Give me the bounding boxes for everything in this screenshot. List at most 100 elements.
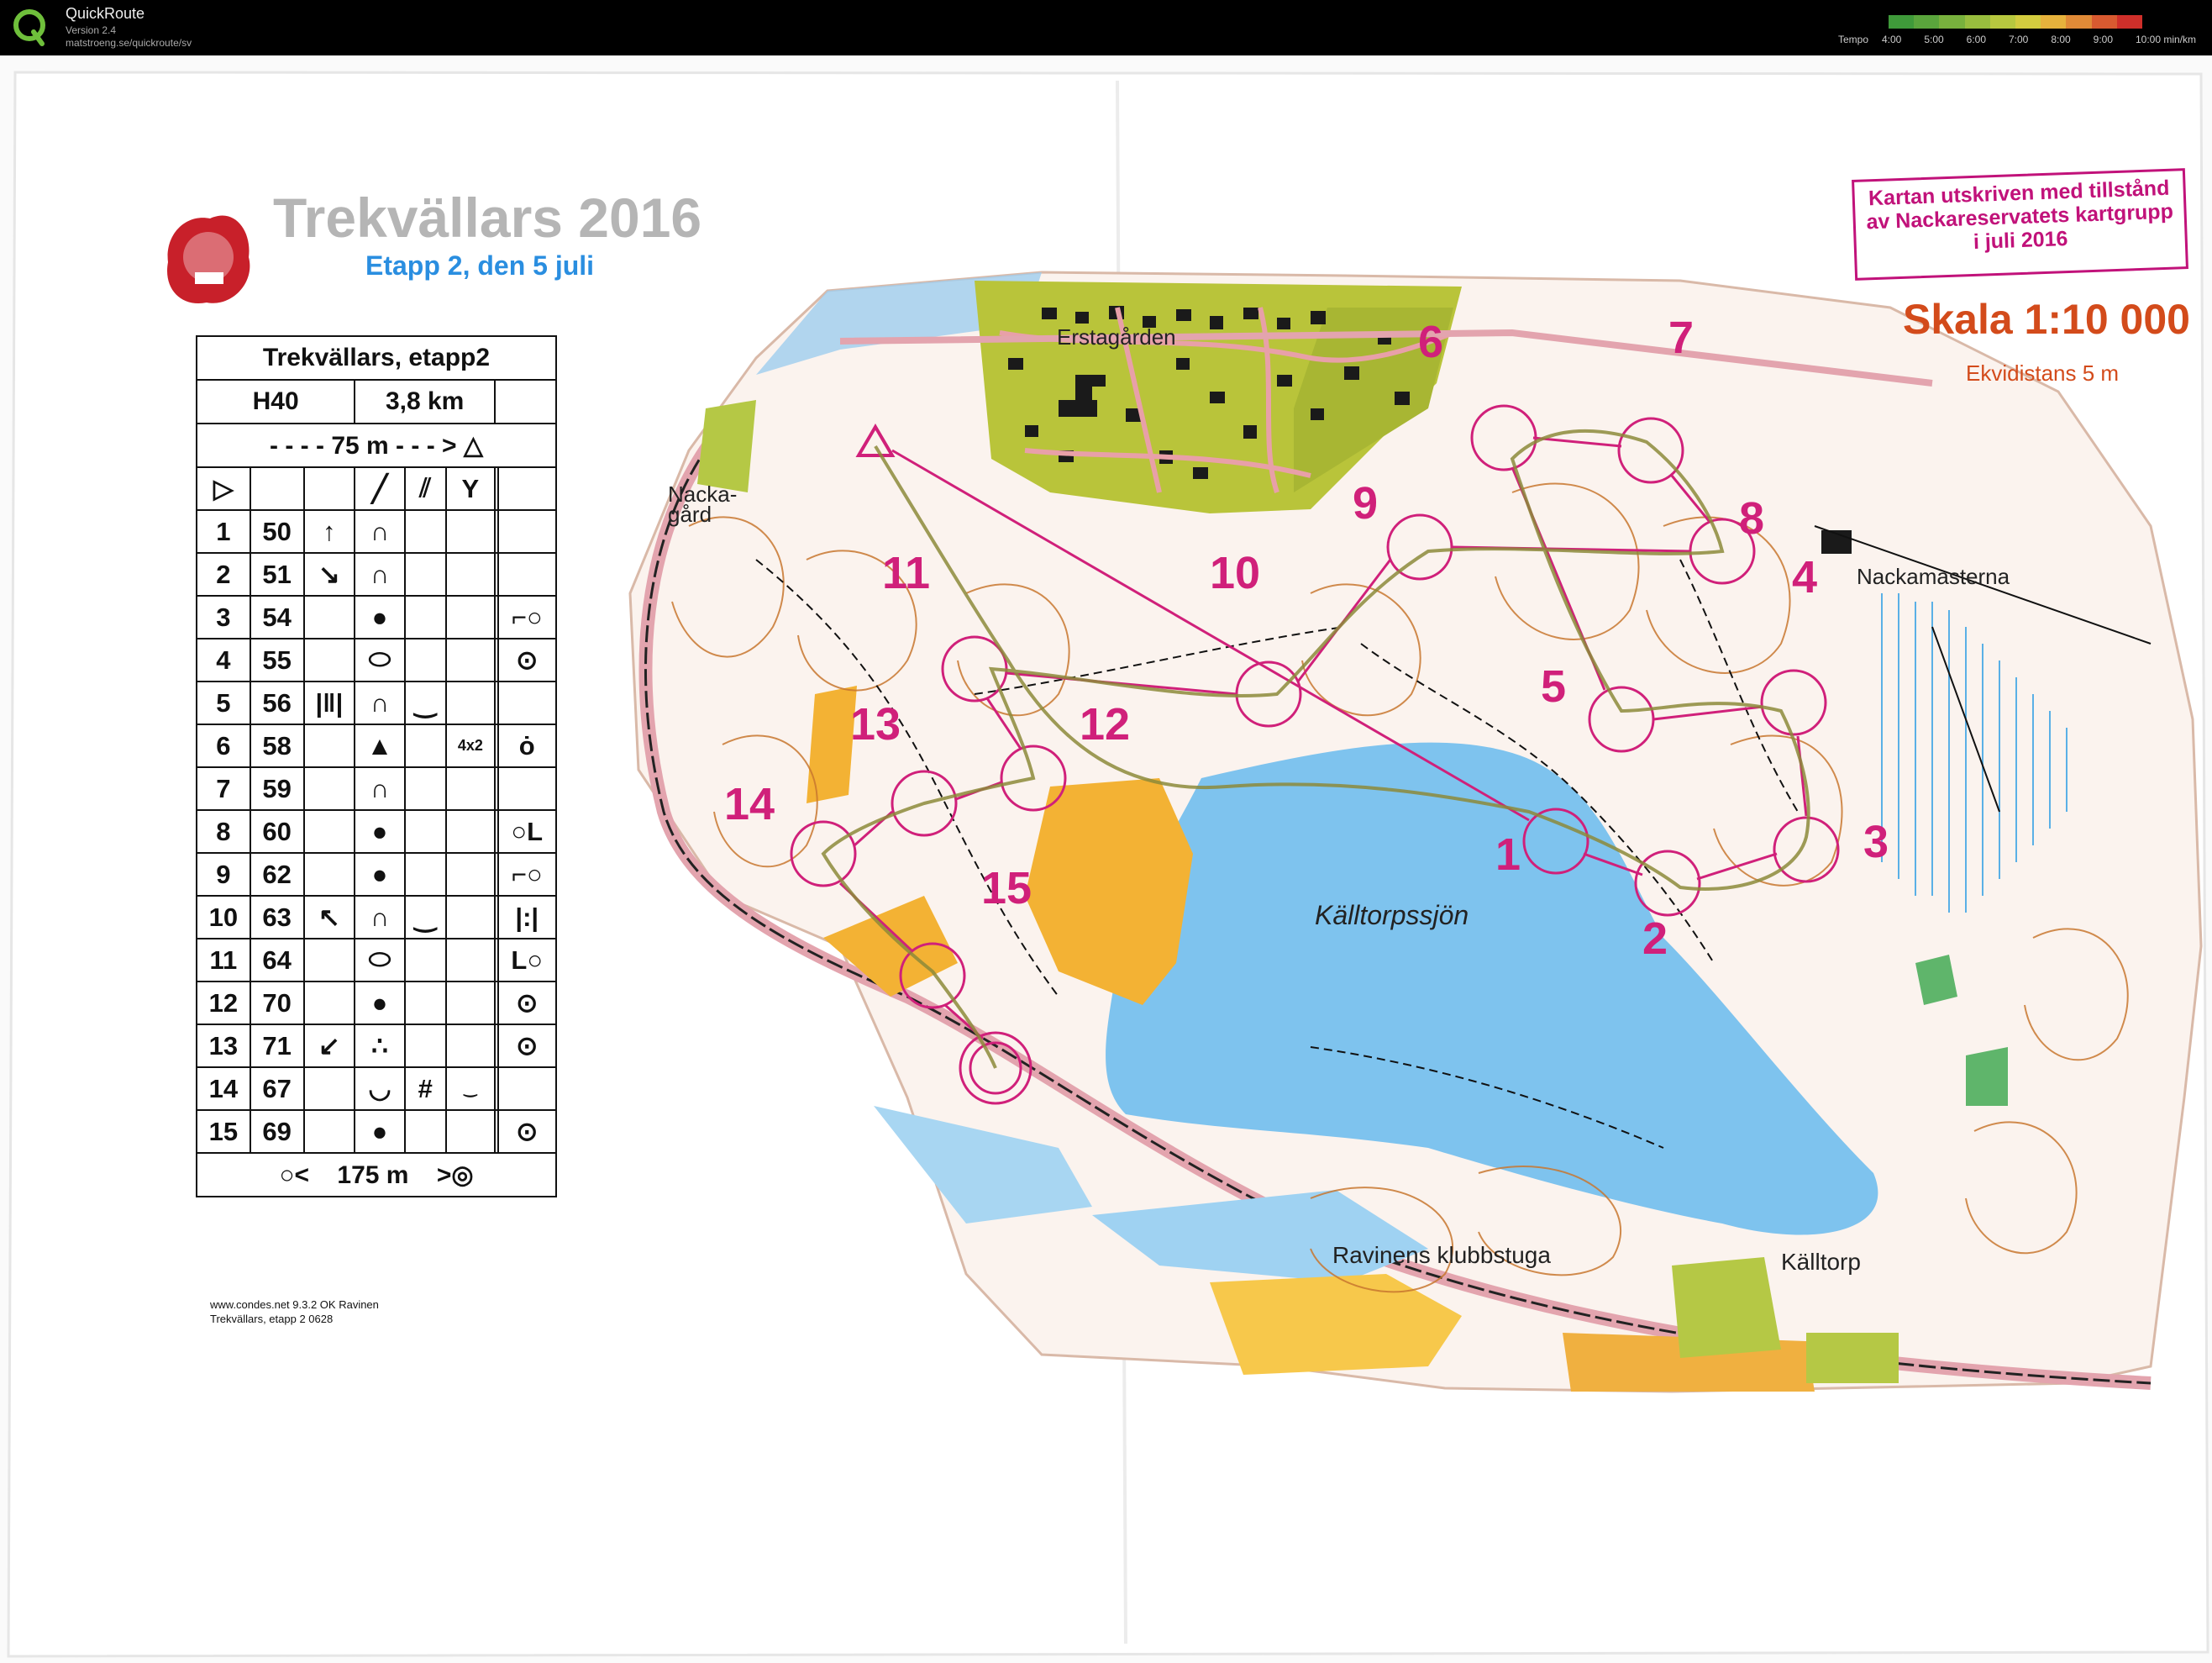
description-cell-detail [403,552,447,597]
description-cell-code: 54 [249,595,305,639]
control-number-12: 12 [1080,699,1131,750]
tempo-color-swatch [1914,15,1940,29]
description-cell-loc [497,681,558,725]
tempo-color-swatch [2015,15,2041,29]
start-distance: - - - - 75 m - - - > [270,431,457,460]
column-header-icon: ⫽ [403,466,447,511]
description-cell-dir [302,595,356,639]
description-cell-detail [403,724,447,768]
description-cell-code: 50 [249,509,305,554]
description-cell-detail: ‿ [403,895,447,939]
tempo-color-swatch [2066,15,2092,29]
tempo-color-scale [1889,15,2143,29]
description-cell-feature: ∴ [354,1024,406,1068]
description-row: 6 58 ▲ 4x2 ȯ [196,724,558,768]
description-cell-detail [403,852,447,897]
description-row: 8 60 ● ○L [196,809,558,854]
description-cell-detail [403,509,447,554]
description-row: 11 64 ⬭ L○ [196,938,558,982]
control-number-13: 13 [850,699,901,750]
description-cell-loc: ⊙ [497,1024,558,1068]
description-cell-num: 2 [196,552,251,597]
description-cell-feature: ● [354,1109,406,1154]
description-cell-dir [302,724,356,768]
description-cell-num: 4 [196,638,251,682]
description-cell-feature: ▲ [354,724,406,768]
description-cell-code: 64 [249,938,305,982]
description-cell-code: 63 [249,895,305,939]
tempo-color-swatch [1939,15,1965,29]
tempo-color-swatch [2116,15,2143,29]
description-cell-code: 55 [249,638,305,682]
control-number-15: 15 [981,863,1032,913]
map-title: Trekvällars 2016 [273,187,702,249]
description-cell-dir [302,809,356,854]
description-cell-feature: ∩ [354,552,406,597]
description-cell-dir [302,1109,356,1154]
control-number-10: 10 [1210,548,1261,598]
description-cell-loc: L○ [497,938,558,982]
description-cell-detail [403,938,447,982]
description-cell-dir [302,852,356,897]
map-sheet[interactable]: Trekvällars 2016 Etapp 2, den 5 juli Kar… [0,55,2212,1663]
description-cell-loc: ⊙ [497,638,558,682]
description-cell-extra [444,595,497,639]
description-row: 9 62 ● ⌐○ [196,852,558,897]
tempo-tick-label: 7:00 [2009,34,2029,45]
app-name: QuickRoute [66,5,145,22]
description-cell-feature: ◡ [354,1066,406,1111]
description-cell-code: 69 [249,1109,305,1154]
place-kalltorp: Källtorp [1781,1249,1861,1275]
description-cell-extra [444,981,497,1025]
description-cell-num: 6 [196,724,251,768]
description-cell-num: 8 [196,809,251,854]
description-cell-dir: |‖| [302,681,356,725]
tempo-color-swatch [2041,15,2067,29]
description-cell-feature: ⬭ [354,638,406,682]
description-cell-num: 11 [196,938,251,982]
place-nackamasterna: Nackamasterna [1857,564,2010,589]
description-cell-code: 70 [249,981,305,1025]
description-cell-feature: ∩ [354,766,406,811]
description-cell-code: 59 [249,766,305,811]
description-cell-num: 5 [196,681,251,725]
app-url[interactable]: matstroeng.se/quickroute/sv [66,37,192,49]
description-cell-loc: ○L [497,809,558,854]
control-number-7: 7 [1668,313,1694,363]
description-cell-num: 3 [196,595,251,639]
tempo-color-swatch [1989,15,2016,29]
description-cell-code: 62 [249,852,305,897]
tempo-color-swatch [1964,15,1990,29]
description-cell-loc: ⊙ [497,1109,558,1154]
control-number-14: 14 [724,779,775,829]
tempo-tick-label: 6:00 [1966,34,1987,45]
description-cell-extra [444,938,497,982]
column-header-icon: ╱ [354,466,406,511]
tempo-tick-label: 5:00 [1924,34,1944,45]
column-header-icon: Y [444,466,497,511]
description-cell-dir [302,981,356,1025]
description-cell-feature: ∩ [354,509,406,554]
control-number-8: 8 [1739,493,1765,544]
description-cell-loc [497,509,558,554]
description-row: 12 70 ● ⊙ [196,981,558,1025]
description-cell-detail [403,766,447,811]
description-cell-num: 15 [196,1109,251,1154]
description-row: 15 69 ● ⊙ [196,1109,558,1154]
description-cell-loc: ⌐○ [497,852,558,897]
description-cell-code: 56 [249,681,305,725]
description-cell-feature: ● [354,981,406,1025]
description-cell-dir: ↑ [302,509,356,554]
description-length: 3,8 km [354,379,497,424]
description-cell-feature: ● [354,852,406,897]
tempo-tick-label: 8:00 [2051,34,2071,45]
tempo-color-swatch [1889,15,1915,29]
description-cell-detail [403,638,447,682]
description-cell-dir: ↙ [302,1024,356,1068]
description-row: 14 67 ◡ # ‿ [196,1066,558,1111]
control-number-9: 9 [1353,478,1379,529]
control-number-5: 5 [1541,661,1567,712]
description-finish-line: ○< 175 m >◎ [196,1152,557,1197]
app-version: Version 2.4 [66,24,117,36]
description-cell-loc [497,1066,558,1111]
